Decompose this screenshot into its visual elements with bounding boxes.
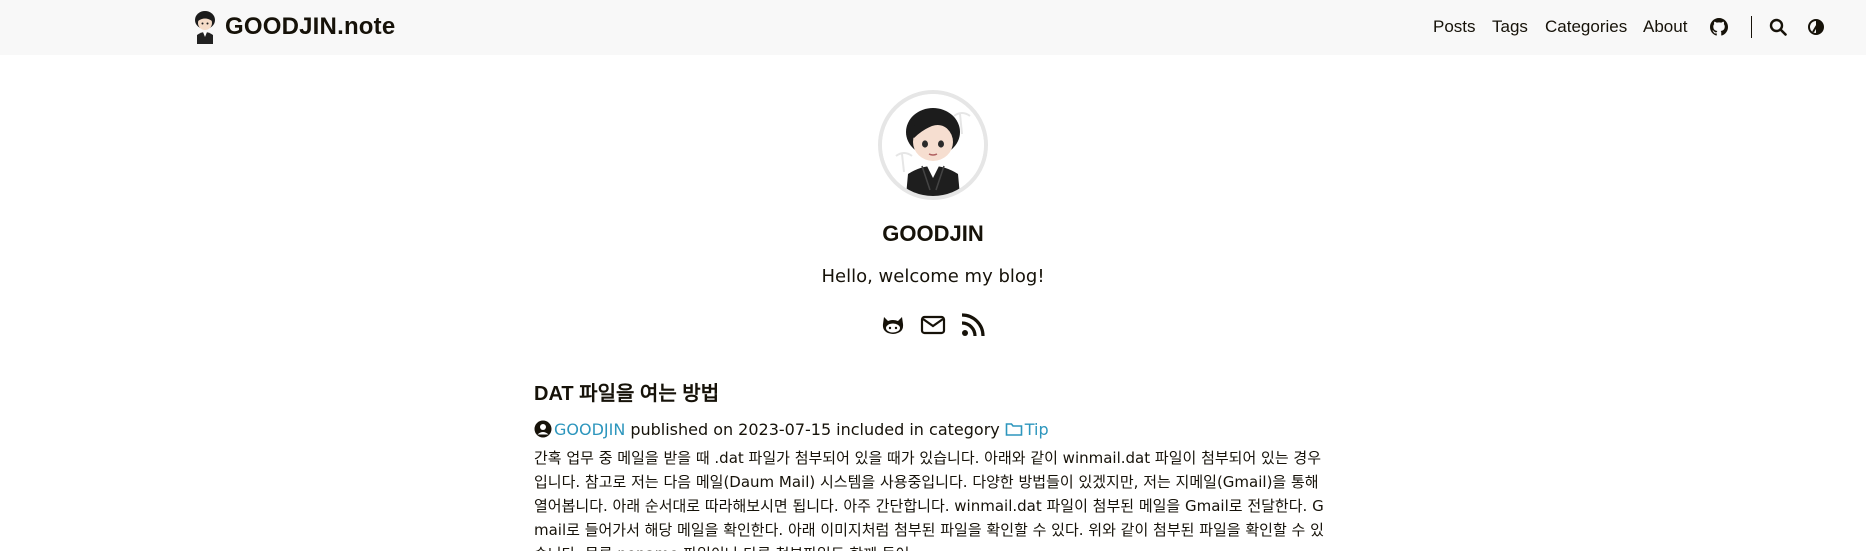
- nav-divider: [1751, 16, 1752, 38]
- post-category: Tip: [1024, 419, 1049, 439]
- rss-icon[interactable]: [960, 312, 986, 338]
- nav-posts[interactable]: Posts: [1433, 17, 1476, 37]
- post-author-link[interactable]: GOODJIN: [534, 420, 625, 439]
- site-title: GOODJIN.note: [225, 13, 396, 40]
- github-icon[interactable]: [1710, 18, 1728, 36]
- category-prefix: included in category: [836, 419, 1000, 439]
- nav-categories[interactable]: Categories: [1545, 17, 1627, 37]
- social-links: [0, 312, 1866, 342]
- post-summary: 간혹 업무 중 메일을 받을 때 .dat 파일가 첨부되어 있을 때가 있습니…: [534, 449, 1324, 551]
- post-meta: GOODJIN published on 2023-07-15 included…: [534, 418, 1334, 440]
- profile-subtitle: Hello, welcome my blog!: [821, 266, 1045, 287]
- site-header: GOODJIN.note Posts Tags Categories About: [0, 0, 1866, 55]
- nav-about[interactable]: About: [1643, 17, 1687, 37]
- post-date: 2023-07-15: [738, 419, 832, 439]
- github-icon[interactable]: [880, 312, 906, 338]
- profile-name: GOODJIN: [882, 221, 984, 246]
- post-category-link[interactable]: Tip: [1005, 420, 1049, 439]
- site-logo-link[interactable]: GOODJIN.note: [193, 10, 395, 44]
- email-icon[interactable]: [920, 312, 946, 338]
- theme-toggle-icon[interactable]: [1807, 18, 1825, 36]
- post-title[interactable]: DAT 파일을 여는 방법: [534, 380, 1334, 408]
- post-author: GOODJIN: [554, 419, 626, 439]
- published-prefix: published on: [630, 419, 734, 439]
- profile-avatar: [878, 90, 988, 200]
- search-icon[interactable]: [1769, 18, 1787, 36]
- logo-avatar-icon: [195, 11, 215, 44]
- user-circle-icon: [534, 420, 552, 438]
- post-summary-card: DAT 파일을 여는 방법 GOODJIN published on 2023-…: [534, 380, 1334, 551]
- nav-tags[interactable]: Tags: [1492, 17, 1528, 37]
- folder-icon: [1005, 423, 1023, 436]
- profile-avatar-image: [882, 94, 984, 196]
